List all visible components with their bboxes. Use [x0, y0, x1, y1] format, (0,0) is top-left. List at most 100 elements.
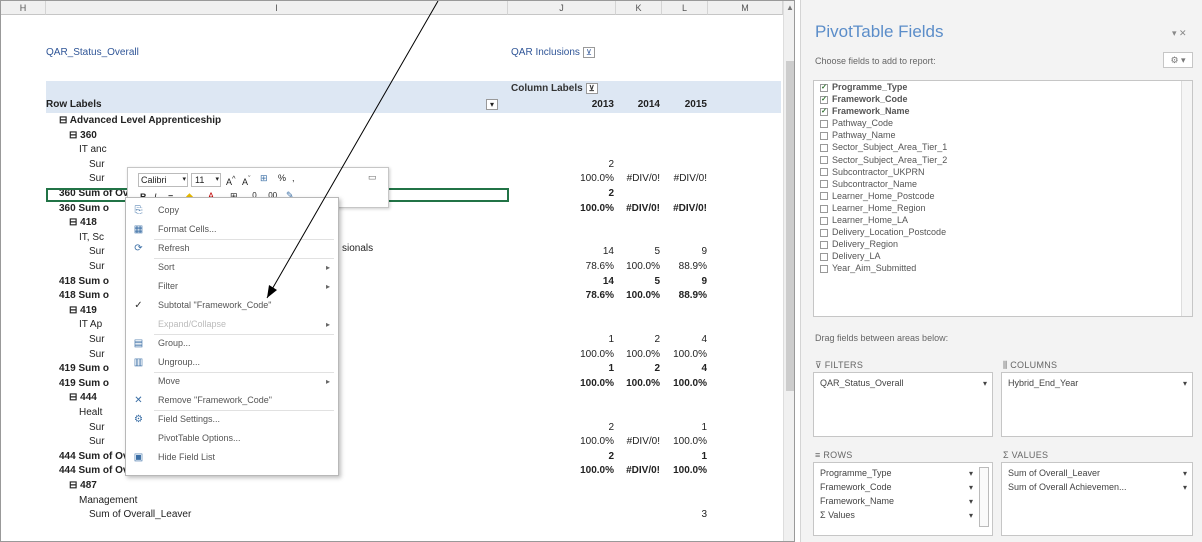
context-menu-item[interactable]: ✓ Subtotal "Framework_Code" [126, 296, 338, 315]
field-list-item[interactable]: Delivery_LA [814, 250, 1192, 262]
pivot-value-cell[interactable]: 2 [554, 186, 614, 202]
context-menu-item[interactable]: ▤ Group... [126, 334, 338, 353]
field-list-item[interactable]: Learner_Home_LA [814, 214, 1192, 226]
column-header-k[interactable]: K [616, 1, 662, 15]
pivot-row-label[interactable]: 418 Sum o [59, 274, 109, 290]
column-labels-filter-icon[interactable]: ⊻ [585, 82, 598, 94]
field-checkbox[interactable] [820, 192, 828, 201]
pivot-row-label[interactable]: ⊟ 418 [69, 215, 97, 231]
pivot-value-cell[interactable]: 100.0% [647, 347, 707, 363]
context-menu-item[interactable]: PivotTable Options... [126, 429, 338, 448]
pivot-row-label[interactable]: Sum of Overall_Leaver [89, 507, 191, 523]
area-field-pill[interactable]: Sum of Overall_Leaver ▾ [1005, 467, 1189, 480]
field-list-item[interactable]: Subcontractor_Name [814, 178, 1192, 190]
row-labels-filter-icon[interactable]: ▾ [486, 99, 498, 110]
column-header-j[interactable]: J [508, 1, 616, 15]
row-labels-header[interactable]: Row Labels [46, 97, 102, 113]
field-list-item[interactable]: Pathway_Code [814, 117, 1192, 129]
area-field-pill[interactable]: Hybrid_End_Year ▾ [1005, 377, 1189, 390]
pivot-value-cell[interactable]: 100.0% [647, 376, 707, 392]
pivot-value-cell[interactable]: 9 [647, 244, 707, 260]
context-menu-item[interactable]: ⟳ Refresh [126, 239, 338, 258]
pivot-row-label[interactable]: ⊟ 360 [69, 128, 97, 144]
pivot-value-cell[interactable]: 100.0% [647, 434, 707, 450]
filter-dropdown-icon[interactable]: ⊻ [582, 46, 595, 58]
font-name-box[interactable]: Calibri ▾ [138, 173, 188, 187]
pivot-value-cell[interactable]: 1 [647, 420, 707, 436]
font-size-box[interactable]: 11 ▾ [191, 173, 221, 187]
field-list-item[interactable]: ✓ Framework_Name [814, 105, 1192, 117]
percent-style-icon[interactable]: % [278, 173, 286, 183]
column-header-h[interactable]: H [1, 1, 46, 15]
pivot-row-label[interactable]: Sur [89, 332, 105, 348]
context-menu-item[interactable]: Sort ▸ [126, 258, 338, 277]
field-checkbox[interactable] [820, 168, 828, 177]
pivot-row-label[interactable]: IT Ap [79, 317, 102, 333]
context-menu-item[interactable]: ▦ Format Cells... [126, 220, 338, 239]
pivot-row-label[interactable]: 418 Sum o [59, 288, 109, 304]
pivot-value-cell[interactable]: #DIV/0! [647, 201, 707, 217]
pivot-row-label[interactable]: Sur [89, 157, 105, 173]
area-field-pill[interactable]: Programme_Type ▾ [817, 467, 975, 480]
decrease-font-icon[interactable]: Aˇ [242, 174, 251, 187]
field-list-item[interactable]: Pathway_Name [814, 129, 1192, 141]
pill-dropdown-icon[interactable]: ▾ [969, 495, 973, 508]
pivot-row-label[interactable]: Sur [89, 244, 105, 260]
pivot-row-label[interactable]: Sur [89, 259, 105, 275]
scroll-thumb[interactable] [786, 61, 794, 391]
pivot-row-label[interactable]: ⊟ 444 [69, 390, 97, 406]
pill-dropdown-icon[interactable]: ▾ [969, 481, 973, 494]
tools-gear-button[interactable]: ⚙ ▾ [1163, 52, 1193, 68]
pivot-value-cell[interactable]: #DIV/0! [647, 171, 707, 187]
pill-dropdown-icon[interactable]: ▾ [983, 377, 987, 390]
pivot-row-label[interactable]: IT anc [79, 142, 107, 158]
area-field-pill[interactable]: Sum of Overall Achievemen... ▾ [1005, 481, 1189, 494]
column-labels-header[interactable]: Column Labels ⊻ [511, 81, 616, 97]
field-list-item[interactable]: Learner_Home_Postcode [814, 190, 1192, 202]
field-checkbox[interactable] [820, 156, 828, 165]
field-checkbox[interactable] [820, 228, 828, 237]
pivot-value-cell[interactable]: 2 [554, 157, 614, 173]
field-checkbox[interactable] [820, 180, 828, 189]
field-list-item[interactable]: Year_Aim_Submitted [814, 262, 1192, 274]
columns-area[interactable]: Hybrid_End_Year ▾ [1001, 372, 1193, 437]
pivot-row-label[interactable]: Sur [89, 434, 105, 450]
field-checkbox[interactable] [820, 144, 828, 153]
pivot-row-label[interactable]: Sur [89, 347, 105, 363]
field-list-item[interactable]: ✓ Framework_Code [814, 93, 1192, 105]
pivot-row-label[interactable]: 419 Sum o [59, 361, 109, 377]
panel-options-icon[interactable]: ▾ ✕ [1172, 28, 1187, 39]
field-checkbox[interactable]: ✓ [820, 83, 828, 92]
context-menu-item[interactable]: ⎘ Copy [126, 201, 338, 220]
pivot-row-label[interactable]: 360 Sum o [59, 201, 109, 217]
increase-font-icon[interactable]: A^ [226, 174, 236, 187]
field-list-item[interactable]: ✓ Programme_Type [814, 81, 1192, 93]
field-list-item[interactable]: Sector_Subject_Area_Tier_1 [814, 141, 1192, 153]
pivot-value-cell[interactable]: 4 [647, 332, 707, 348]
scroll-up-arrow[interactable]: ▲ [784, 1, 794, 15]
pill-dropdown-icon[interactable]: ▾ [969, 467, 973, 480]
font-size-dropdown-icon[interactable]: ▾ [215, 174, 219, 186]
pivot-row-label[interactable]: ⊟ 487 [69, 478, 97, 494]
pivot-row-label[interactable]: ⊟ Advanced Level Apprenticeship [59, 113, 221, 129]
pivot-row-label[interactable]: Management [79, 493, 137, 509]
pivot-value-cell[interactable]: 88.9% [647, 259, 707, 275]
pivot-row-label[interactable]: Sur [89, 420, 105, 436]
field-checkbox[interactable] [820, 216, 828, 225]
field-list-item[interactable]: Sector_Subject_Area_Tier_2 [814, 154, 1192, 166]
values-area[interactable]: Sum of Overall_Leaver ▾ Sum of Overall Ach… [1001, 462, 1193, 536]
field-checkbox[interactable] [820, 252, 828, 261]
field-checkbox[interactable] [820, 132, 828, 140]
field-checkbox[interactable]: ✓ [820, 95, 828, 104]
pivot-row-label[interactable]: Healt [79, 405, 102, 421]
field-list-item[interactable]: Delivery_Location_Postcode [814, 226, 1192, 238]
field-checkbox[interactable] [820, 265, 828, 274]
rows-area[interactable]: Programme_Type ▾ Framework_Code ▾ Framework_… [813, 462, 993, 536]
pivot-value-cell[interactable]: 100.0% [647, 463, 707, 479]
area-scrollbar[interactable] [979, 467, 989, 527]
pivot-value-cell[interactable]: 2 [554, 449, 614, 465]
paint-format-icon[interactable]: ▭ [368, 172, 377, 183]
context-menu-item[interactable]: Move ▸ [126, 372, 338, 391]
pivot-row-label[interactable]: 419 Sum o [59, 376, 109, 392]
pivot-value-cell[interactable]: 1 [647, 449, 707, 465]
